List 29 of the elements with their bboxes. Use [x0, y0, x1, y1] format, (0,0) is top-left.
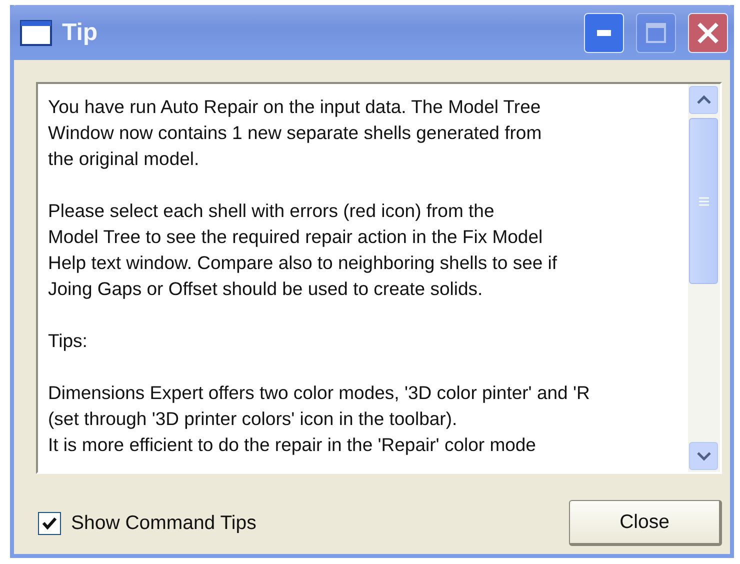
checkbox-label: Show Command Tips	[71, 512, 256, 534]
checkbox[interactable]	[38, 512, 61, 534]
window-title: Tip	[62, 18, 99, 46]
minimize-icon	[597, 30, 611, 36]
close-icon	[696, 20, 720, 44]
tip-text-line: Help text window. Compare also to neighboring shells to see if	[48, 251, 558, 275]
tip-text-line: Please select each shell with errors (red icon) from the	[48, 199, 496, 223]
close-button[interactable]: Close	[569, 500, 722, 546]
scroll-up-button[interactable]	[689, 86, 718, 114]
tip-text-line: (set through '3D printer colors' icon in the toolbar).	[48, 407, 458, 431]
scroll-down-button[interactable]	[689, 442, 718, 470]
scrollbar[interactable]	[688, 84, 720, 472]
tip-text-line: Dimensions Expert offers two color modes, '3D color pinter' and 'R	[48, 381, 591, 405]
tip-text-line: Tips:	[48, 329, 88, 353]
grip-icon	[698, 196, 710, 206]
close-button[interactable]	[688, 12, 728, 52]
tip-text-line: Window now contains 1 new separate shells generated from	[48, 121, 543, 145]
minimize-button[interactable]	[584, 12, 624, 52]
tip-text-line: the original model.	[48, 147, 200, 171]
chevron-up-icon	[696, 95, 710, 105]
maximize-icon	[645, 22, 667, 44]
tip-text-line: Model Tree to see the required repair action in the Fix Model	[48, 225, 544, 249]
window-icon	[20, 20, 52, 46]
tip-text-line: Joing Gaps or Offset should be used to create solids.	[48, 277, 484, 301]
scroll-thumb[interactable]	[689, 118, 718, 284]
tip-text-line: It is more efficient to do the repair in the 'Repair' color mode	[48, 433, 537, 457]
chevron-down-icon	[696, 451, 710, 461]
tip-text-line: You have run Auto Repair on the input data. The Model Tree	[48, 95, 542, 119]
checkmark-icon	[42, 516, 57, 530]
